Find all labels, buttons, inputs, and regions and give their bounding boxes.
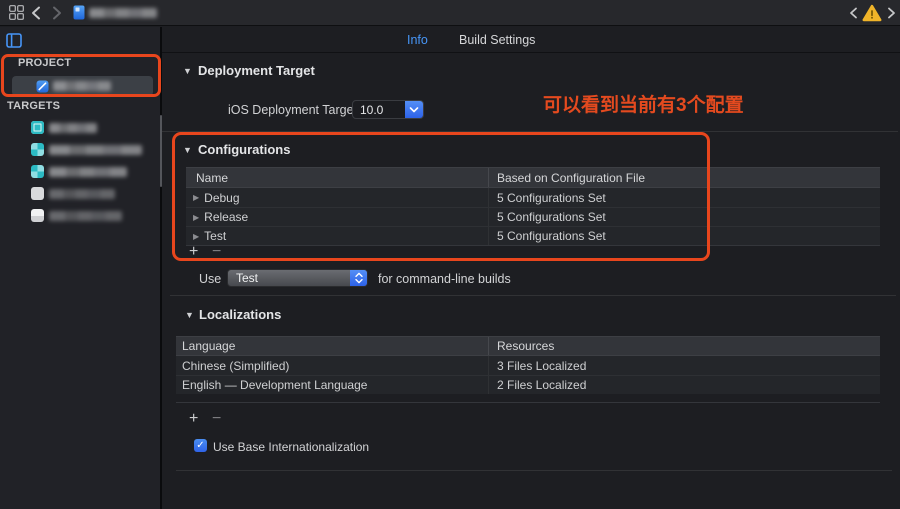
target-name-redacted [49, 167, 127, 177]
forward-icon[interactable] [52, 6, 62, 20]
add-configuration-button[interactable]: + [189, 245, 198, 259]
configuration-row-test[interactable]: ▶ Test 5 Configurations Set [186, 226, 880, 245]
sidebar-divider[interactable] [160, 27, 162, 509]
sidebar-target-row[interactable] [0, 162, 160, 183]
use-label: Use [199, 272, 221, 286]
ios-deployment-target-label: iOS Deployment Target [228, 103, 357, 117]
localizations-section-title: Localizations [199, 307, 281, 322]
tabbar-divider [162, 52, 900, 53]
chevron-up-down-icon [355, 272, 363, 284]
combobox-value: 10.0 [360, 103, 383, 117]
targets-section-header: TARGETS [7, 100, 60, 112]
xcode-window: PROJECT TARGETS [0, 0, 900, 509]
project-editor-sidebar: PROJECT TARGETS [0, 27, 160, 509]
project-name-redacted [53, 81, 111, 91]
language-name: English — Development Language [176, 378, 488, 392]
language-resources: 2 Files Localized [488, 376, 880, 394]
configuration-name: Release [204, 210, 248, 224]
sidebar-target-row[interactable] [0, 206, 160, 227]
configuration-name: Debug [204, 191, 239, 205]
localization-row[interactable]: English — Development Language 2 Files L… [176, 375, 880, 394]
remove-configuration-button[interactable]: − [212, 245, 221, 259]
ios-deployment-target-combobox[interactable]: 10.0 [352, 100, 424, 119]
project-navigator-icon[interactable] [6, 33, 22, 48]
warning-badge-icon[interactable] [862, 4, 882, 22]
sidebar-scrollbar-thumb[interactable] [160, 115, 162, 187]
annotation-text: 可以看到当前有3个配置 [543, 90, 744, 117]
related-items-icon[interactable] [9, 5, 24, 20]
configuration-file: 5 Configurations Set [488, 208, 880, 226]
localization-row[interactable]: Chinese (Simplified) 3 Files Localized [176, 356, 880, 375]
project-name-redacted [89, 8, 157, 18]
sidebar-target-row[interactable] [0, 118, 160, 139]
toolbar [0, 0, 900, 26]
sidebar-target-row[interactable] [0, 140, 160, 161]
row-disclosure-icon[interactable]: ▶ [193, 232, 199, 241]
configurations-section-title: Configurations [198, 142, 290, 157]
configuration-name: Test [204, 229, 226, 243]
section-divider [176, 470, 892, 471]
column-header-language: Language [176, 339, 488, 353]
project-icon [36, 80, 49, 93]
target-name-redacted [49, 123, 97, 133]
column-header-config-file: Based on Configuration File [488, 168, 880, 187]
next-issue-icon[interactable] [887, 7, 896, 19]
localizations-table-header: Language Resources [176, 337, 880, 356]
add-localization-button[interactable]: + [189, 412, 198, 426]
target-name-redacted [49, 145, 142, 155]
configuration-file: 5 Configurations Set [488, 188, 880, 207]
bundle-target-icon [31, 209, 44, 222]
configuration-row-release[interactable]: ▶ Release 5 Configurations Set [186, 207, 880, 226]
previous-issue-icon[interactable] [849, 7, 858, 19]
tab-build-settings[interactable]: Build Settings [459, 33, 535, 47]
configuration-file: 5 Configurations Set [488, 227, 880, 245]
section-divider [162, 131, 898, 132]
configurations-table-header: Name Based on Configuration File [186, 168, 880, 188]
jump-bar-project-item[interactable] [73, 5, 163, 21]
column-header-resources: Resources [488, 337, 880, 355]
language-name: Chinese (Simplified) [176, 359, 488, 373]
configuration-row-debug[interactable]: ▶ Debug 5 Configurations Set [186, 188, 880, 207]
localizations-table: Language Resources Chinese (Simplified) … [176, 336, 880, 403]
test-target-icon [31, 187, 44, 200]
remove-localization-button[interactable]: − [212, 412, 221, 426]
target-name-redacted [49, 211, 122, 221]
command-line-configuration-popup[interactable]: Test [227, 269, 368, 287]
use-base-internationalization-label: Use Base Internationalization [213, 440, 369, 454]
sidebar-project-row[interactable] [12, 76, 153, 96]
chevron-down-icon [409, 107, 419, 113]
combobox-button[interactable] [405, 101, 423, 118]
target-name-redacted [49, 189, 115, 199]
section-divider [170, 295, 896, 296]
tab-info[interactable]: Info [407, 33, 428, 47]
configurations-disclosure-icon[interactable]: ▼ [183, 145, 192, 155]
project-section-header: PROJECT [18, 57, 71, 69]
row-disclosure-icon[interactable]: ▶ [193, 213, 199, 222]
row-disclosure-icon[interactable]: ▶ [193, 193, 199, 202]
deployment-section-title: Deployment Target [198, 63, 315, 78]
column-header-name: Name [186, 171, 488, 185]
use-base-internationalization-checkbox[interactable]: ✓ [194, 439, 207, 452]
localizations-disclosure-icon[interactable]: ▼ [185, 310, 194, 320]
project-document-icon [73, 5, 85, 20]
sidebar-target-row[interactable] [0, 184, 160, 205]
language-resources: 3 Files Localized [488, 356, 880, 375]
checkmark-icon: ✓ [196, 441, 204, 451]
app-target-icon [31, 121, 44, 134]
back-icon[interactable] [31, 6, 41, 20]
command-line-builds-label: for command-line builds [378, 272, 511, 286]
extension-target-icon [31, 143, 44, 156]
popup-button [350, 270, 367, 286]
extension-target-icon [31, 165, 44, 178]
deployment-disclosure-icon[interactable]: ▼ [183, 66, 192, 76]
popup-value: Test [236, 271, 258, 285]
configurations-table: Name Based on Configuration File ▶ Debug… [186, 167, 880, 246]
